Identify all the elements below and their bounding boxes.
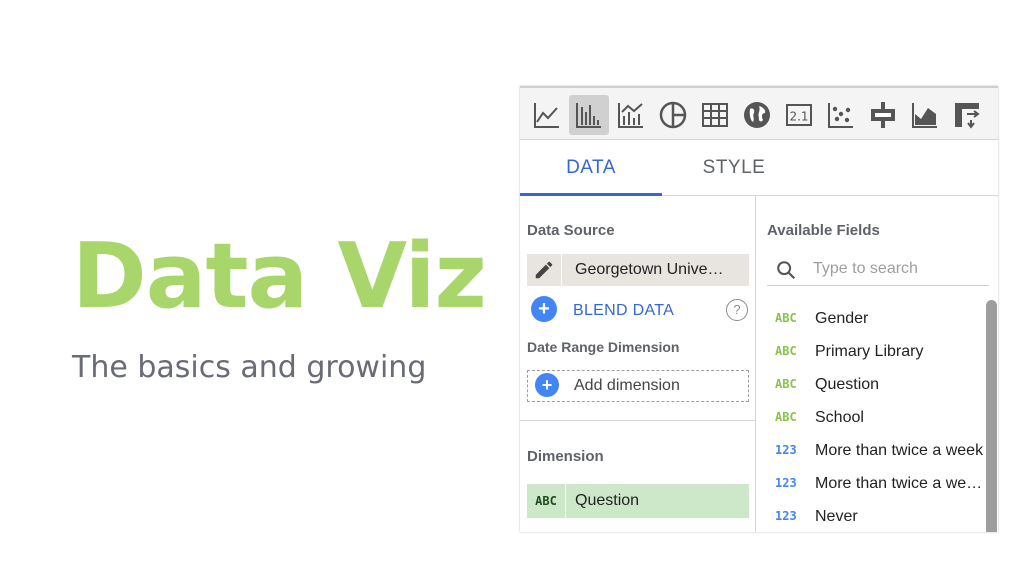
available-fields-column: Available Fields ABC Gender ABC Primary …: [757, 196, 998, 532]
field-name: Question: [815, 376, 880, 393]
chart-type-toolbar: 2.1: [520, 86, 998, 140]
field-name: More than twice a we…: [815, 475, 983, 492]
dimension-name: Question: [575, 492, 640, 509]
add-date-range-dimension[interactable]: + Add dimension: [527, 370, 749, 402]
list-item[interactable]: 123 More than twice a we…: [767, 467, 989, 500]
text-type-icon: ABC: [775, 311, 797, 325]
dimension-chip[interactable]: ABC Question: [527, 484, 749, 518]
field-list-scrollbar[interactable]: [986, 300, 997, 532]
available-fields-label: Available Fields: [767, 222, 880, 239]
table-icon[interactable]: [695, 95, 735, 135]
text-type-icon: ABC: [775, 410, 797, 424]
add-dimension-plus-icon[interactable]: +: [535, 373, 559, 397]
scorecard-icon[interactable]: 2.1: [779, 95, 819, 135]
text-type-icon: ABC: [775, 377, 797, 391]
field-list: ABC Gender ABC Primary Library ABC Quest…: [757, 288, 998, 532]
scatter-chart-icon[interactable]: [821, 95, 861, 135]
list-item[interactable]: ABC Gender: [767, 302, 989, 335]
list-item[interactable]: ABC Question: [767, 368, 989, 401]
field-search: [767, 254, 989, 286]
pivot-table-icon[interactable]: [947, 95, 987, 135]
slide-subtitle: The basics and growing: [72, 350, 427, 385]
combo-chart-icon[interactable]: [611, 95, 651, 135]
dimension-label: Dimension: [527, 448, 604, 465]
number-type-icon: 123: [775, 509, 797, 523]
list-item[interactable]: 123 Never: [767, 500, 989, 532]
area-chart-icon[interactable]: [905, 95, 945, 135]
field-name: Never: [815, 508, 858, 525]
section-divider: [520, 420, 756, 421]
blend-data-plus-icon[interactable]: +: [531, 296, 557, 322]
help-icon[interactable]: ?: [726, 299, 748, 321]
field-name: Primary Library: [815, 343, 924, 360]
list-item[interactable]: 123 More than twice a week: [767, 434, 989, 467]
blend-data-button[interactable]: BLEND DATA: [573, 302, 674, 320]
slide-title: Data Viz: [72, 224, 487, 329]
number-type-icon: 123: [775, 443, 797, 457]
field-name: More than twice a week: [815, 442, 984, 459]
geo-map-icon[interactable]: [737, 95, 777, 135]
svg-text:2.1: 2.1: [789, 110, 808, 124]
number-type-icon: 123: [775, 476, 797, 490]
text-type-icon: ABC: [775, 344, 797, 358]
list-item[interactable]: ABC Primary Library: [767, 335, 989, 368]
editor-tabs: DATA STYLE: [520, 140, 998, 196]
chart-editor-panel: 2.1 DATA STYLE Data Source Georgetown Un…: [520, 86, 998, 532]
list-item[interactable]: ABC School: [767, 401, 989, 434]
data-config-column: Data Source Georgetown Unive… + BLEND DA…: [520, 196, 756, 532]
pie-chart-icon[interactable]: [653, 95, 693, 135]
date-range-dimension-label: Date Range Dimension: [527, 339, 680, 355]
pencil-icon[interactable]: [527, 254, 562, 286]
tab-style[interactable]: STYLE: [662, 140, 806, 196]
data-source-label: Data Source: [527, 222, 615, 239]
line-chart-icon[interactable]: [527, 95, 567, 135]
add-dimension-label: Add dimension: [574, 377, 680, 394]
data-source-row[interactable]: Georgetown Unive…: [527, 254, 749, 286]
field-name: Gender: [815, 310, 869, 327]
text-type-icon: ABC: [527, 484, 566, 518]
tab-data[interactable]: DATA: [520, 140, 662, 196]
search-input[interactable]: [813, 256, 983, 282]
field-name: School: [815, 409, 864, 426]
search-icon: [777, 261, 796, 280]
bar-chart-icon[interactable]: [569, 95, 609, 135]
data-source-name: Georgetown Unive…: [575, 261, 724, 278]
bullet-chart-icon[interactable]: [863, 95, 903, 135]
